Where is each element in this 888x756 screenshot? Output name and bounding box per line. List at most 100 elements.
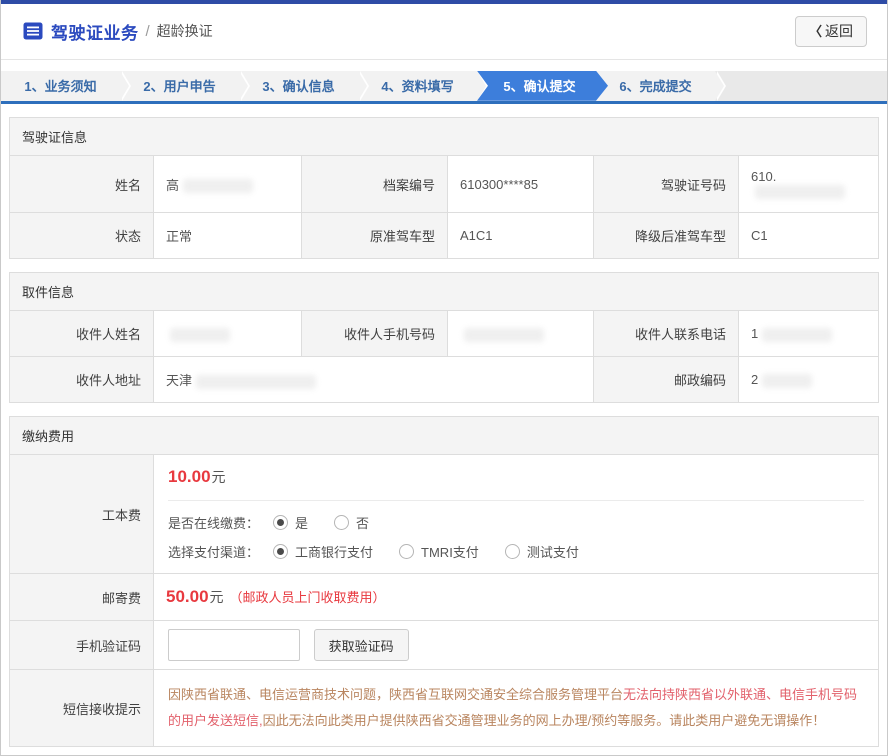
back-button-label: 返回 <box>825 23 853 39</box>
field-label-status: 状态 <box>10 213 154 259</box>
page: 驾驶证业务 / 超龄换证 〈返回 1、业务须知 2、用户申告 3、确认信息 4、… <box>0 0 888 756</box>
mailing-fee-cell: 50.00元 （邮政人员上门收取费用） <box>154 574 879 621</box>
field-label-recipient-mobile: 收件人手机号码 <box>302 311 448 357</box>
online-payment-question: 是否在线缴费： <box>168 513 259 532</box>
production-fee-amount-line: 10.00元 <box>168 467 864 487</box>
step-1-business-notice[interactable]: 1、业务须知 <box>1 71 120 101</box>
payment-fees-table: 缴纳费用 工本费 10.00元 是否在线缴费： 是 否 选择支付渠道： 工商 <box>9 416 879 747</box>
step-chevron-icon <box>239 71 248 101</box>
redacted-value <box>196 375 316 389</box>
radio-option-icbc-pay[interactable]: 工商银行支付 <box>273 542 373 561</box>
table-row: 短信接收提示 因陕西省联通、电信运营商技术问题，陕西省互联网交通安全综合服务管理… <box>10 670 879 747</box>
field-label-license-number: 驾驶证号码 <box>594 155 739 213</box>
table-row: 收件人姓名 收件人手机号码 收件人联系电话 1 <box>10 311 879 357</box>
mailing-fee-note: （邮政人员上门收取费用） <box>230 590 386 605</box>
step-chevron-icon <box>715 71 724 101</box>
step-3-confirm-info[interactable]: 3、确认信息 <box>239 71 358 101</box>
radio-icon-selected[interactable] <box>273 515 288 530</box>
step-label: 3、确认信息 <box>262 76 334 95</box>
radio-icon[interactable] <box>505 544 520 559</box>
step-label: 2、用户申告 <box>143 76 215 95</box>
field-value-status: 正常 <box>154 213 302 259</box>
radio-label[interactable]: 是 <box>295 513 308 532</box>
table-row: 状态 正常 原准驾车型 A1C1 降级后准驾车型 C1 <box>10 213 879 259</box>
license-info-table: 驾驶证信息 姓名 高 档案编号 610300****85 驾驶证号码 610. … <box>9 117 879 260</box>
step-chevron-icon <box>120 71 129 101</box>
radio-option-test-pay[interactable]: 测试支付 <box>505 542 579 561</box>
redacted-value <box>183 179 253 193</box>
radio-label[interactable]: 否 <box>356 513 369 532</box>
field-value-file-number: 610300****85 <box>448 155 594 213</box>
step-2-user-declaration[interactable]: 2、用户申告 <box>120 71 239 101</box>
step-4-fill-material[interactable]: 4、资料填写 <box>358 71 477 101</box>
radio-icon-selected[interactable] <box>273 544 288 559</box>
main-content: 驾驶证信息 姓名 高 档案编号 610300****85 驾驶证号码 610. … <box>1 104 887 756</box>
field-label-name: 姓名 <box>10 155 154 213</box>
table-row: 邮寄费 50.00元 （邮政人员上门收取费用） <box>10 574 879 621</box>
radio-label[interactable]: 测试支付 <box>527 542 579 561</box>
field-label-mailing-fee: 邮寄费 <box>10 574 154 621</box>
field-value-recipient-address: 天津 <box>154 357 594 403</box>
production-fee-unit: 元 <box>212 469 226 485</box>
breadcrumb-subtitle: 超龄换证 <box>157 21 213 41</box>
step-label: 5、确认提交 <box>503 76 575 95</box>
fee-divider <box>168 500 864 501</box>
license-business-icon <box>23 21 43 41</box>
sms-code-cell: 获取验证码 <box>154 621 879 670</box>
pickup-info-table: 取件信息 收件人姓名 收件人手机号码 收件人联系电话 1 收件人地址 天津 邮政… <box>9 272 879 403</box>
step-6-complete-submit[interactable]: 6、完成提交 <box>596 71 715 101</box>
field-value-license-number: 610. <box>739 155 879 213</box>
field-value-downgraded-vehicle-class: C1 <box>739 213 879 259</box>
sms-notice-text-part3: 因此无法向此类用户提供陕西省交通管理业务的网上办理/预约等服务。请此类用户避免无… <box>263 713 826 728</box>
step-5-confirm-submit-active[interactable]: 5、确认提交 <box>477 71 608 101</box>
table-row: 姓名 高 档案编号 610300****85 驾驶证号码 610. <box>10 155 879 213</box>
field-label-recipient-name: 收件人姓名 <box>10 311 154 357</box>
production-fee-cell: 10.00元 是否在线缴费： 是 否 选择支付渠道： 工商银行支付 TMRI支付… <box>154 455 879 574</box>
radio-option-no[interactable]: 否 <box>334 513 369 532</box>
section-title-payment-fees: 缴纳费用 <box>10 417 879 455</box>
redacted-value <box>755 185 845 199</box>
back-button[interactable]: 〈返回 <box>795 16 867 47</box>
sms-code-input[interactable] <box>168 629 300 661</box>
field-label-sms-notice: 短信接收提示 <box>10 670 154 747</box>
field-label-downgraded-vehicle-class: 降级后准驾车型 <box>594 213 739 259</box>
field-label-postal-code: 邮政编码 <box>594 357 739 403</box>
step-chevron-icon <box>358 71 367 101</box>
radio-option-yes[interactable]: 是 <box>273 513 308 532</box>
radio-label[interactable]: TMRI支付 <box>421 542 479 561</box>
get-code-button[interactable]: 获取验证码 <box>314 629 409 661</box>
field-label-recipient-address: 收件人地址 <box>10 357 154 403</box>
redacted-value <box>464 328 544 342</box>
page-title: 驾驶证业务 <box>51 19 139 44</box>
field-value-recipient-name <box>154 311 302 357</box>
radio-option-tmri-pay[interactable]: TMRI支付 <box>399 542 479 561</box>
online-payment-option-row: 是否在线缴费： 是 否 <box>168 513 864 532</box>
sms-notice-text-part1: 因陕西省联通、电信运营商技术问题，陕西省互联网交通安全综合服务管理平台 <box>168 687 623 702</box>
table-row: 收件人地址 天津 邮政编码 2 <box>10 357 879 403</box>
step-label: 4、资料填写 <box>381 76 453 95</box>
radio-icon[interactable] <box>334 515 349 530</box>
mailing-fee-unit: 元 <box>210 589 224 605</box>
radio-icon[interactable] <box>399 544 414 559</box>
table-row: 手机验证码 获取验证码 <box>10 621 879 670</box>
field-value-recipient-mobile <box>448 311 594 357</box>
steps-filler <box>715 71 887 101</box>
page-header: 驾驶证业务 / 超龄换证 〈返回 <box>1 4 887 60</box>
payment-channel-question: 选择支付渠道： <box>168 542 259 561</box>
table-row: 工本费 10.00元 是否在线缴费： 是 否 选择支付渠道： 工商银行支付 TM… <box>10 455 879 574</box>
production-fee-amount: 10.00 <box>168 467 211 486</box>
field-label-file-number: 档案编号 <box>302 155 448 213</box>
step-label: 1、业务须知 <box>24 76 96 95</box>
sms-notice-cell: 因陕西省联通、电信运营商技术问题，陕西省互联网交通安全综合服务管理平台无法向持陕… <box>154 670 879 747</box>
field-label-production-fee: 工本费 <box>10 455 154 574</box>
section-title-pickup-info: 取件信息 <box>10 273 879 311</box>
back-chevron-icon: 〈 <box>809 24 822 39</box>
breadcrumb-separator: / <box>146 23 150 40</box>
field-label-original-vehicle-class: 原准驾车型 <box>302 213 448 259</box>
payment-channel-option-row: 选择支付渠道： 工商银行支付 TMRI支付 测试支付 <box>168 542 864 561</box>
radio-label[interactable]: 工商银行支付 <box>295 542 373 561</box>
field-label-sms-code: 手机验证码 <box>10 621 154 670</box>
field-label-recipient-phone: 收件人联系电话 <box>594 311 739 357</box>
step-label: 6、完成提交 <box>619 76 691 95</box>
mailing-fee-amount: 50.00 <box>166 587 209 606</box>
